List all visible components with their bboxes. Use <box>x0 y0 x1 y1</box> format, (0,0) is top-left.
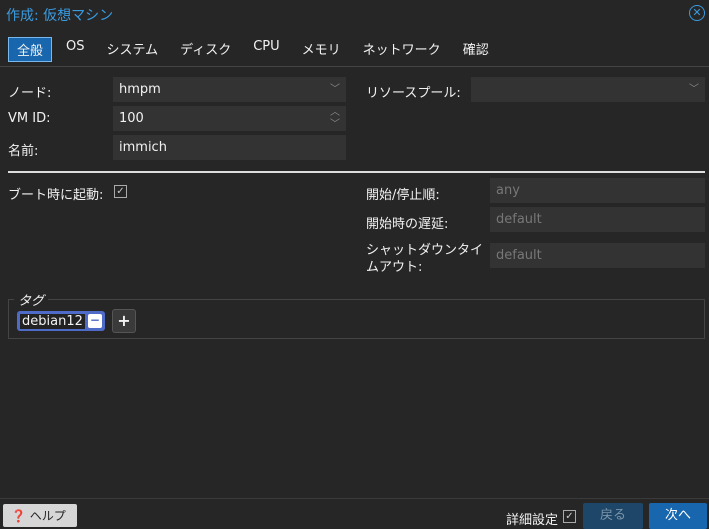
help-icon: ❓ <box>11 509 26 523</box>
name-input[interactable]: immich <box>113 135 346 160</box>
tab-cpu[interactable]: CPU <box>245 37 287 62</box>
add-tag-button[interactable]: + <box>112 309 136 333</box>
shutdown-label: シャットダウンタイ ムアウト: <box>366 242 483 276</box>
remove-tag-icon[interactable]: − <box>87 314 102 328</box>
vmid-spinner[interactable]: 100 ︿ ﹀ <box>113 106 346 131</box>
chevron-down-icon: ﹀ <box>330 84 340 95</box>
divider <box>0 66 709 67</box>
tab-confirm[interactable]: 確認 <box>455 37 497 62</box>
node-label: ノード: <box>8 86 52 101</box>
tag-label[interactable]: debian12 <box>20 313 85 329</box>
tab-system[interactable]: システム <box>99 37 167 62</box>
footer-divider <box>0 498 709 499</box>
advanced-label: 詳細設定 <box>506 513 559 528</box>
delay-input[interactable]: default <box>490 207 705 232</box>
tag-chip[interactable]: debian12− <box>17 311 105 331</box>
wizard-tabs: 全般 OS システム ディスク CPU メモリ ネットワーク 確認 <box>8 37 503 62</box>
onboot-checkbox[interactable]: ✓ <box>114 185 127 198</box>
chevron-down-icon: ﹀ <box>689 84 699 95</box>
shutdown-input[interactable]: default <box>490 243 705 268</box>
pool-select[interactable]: ﹀ <box>471 77 705 102</box>
section-separator <box>8 171 705 173</box>
next-button[interactable]: 次へ <box>649 503 707 529</box>
node-value: hmpm <box>119 82 161 97</box>
delay-label: 開始時の遅延: <box>366 217 449 232</box>
vmid-label: VM ID: <box>8 111 51 126</box>
onboot-label: ブート時に起動: <box>8 188 104 203</box>
name-label: 名前: <box>8 144 39 159</box>
tags-legend: タグ <box>14 290 49 309</box>
tab-general[interactable]: 全般 <box>8 37 53 62</box>
node-select[interactable]: hmpm ﹀ <box>113 77 346 102</box>
tab-memory[interactable]: メモリ <box>294 37 349 62</box>
back-button[interactable]: 戻る <box>583 503 643 529</box>
close-icon[interactable]: ✕ <box>689 5 705 21</box>
order-label: 開始/停止順: <box>366 188 440 203</box>
dialog-title: 作成: 仮想マシン <box>6 8 114 24</box>
order-input[interactable]: any <box>490 178 705 203</box>
advanced-checkbox[interactable]: ✓ <box>563 510 576 523</box>
shutdown-label-line1: シャットダウンタイ <box>366 243 484 258</box>
help-button[interactable]: ❓ ヘルプ <box>3 504 77 527</box>
tab-os[interactable]: OS <box>58 37 92 62</box>
spinner-icon[interactable]: ︿ ﹀ <box>330 107 340 131</box>
vmid-value: 100 <box>119 111 144 126</box>
pool-label: リソースプール: <box>366 86 461 101</box>
shutdown-label-line2: ムアウト: <box>366 260 423 275</box>
help-label: ヘルプ <box>29 509 66 523</box>
tab-network[interactable]: ネットワーク <box>355 37 449 62</box>
tab-disk[interactable]: ディスク <box>172 37 239 62</box>
